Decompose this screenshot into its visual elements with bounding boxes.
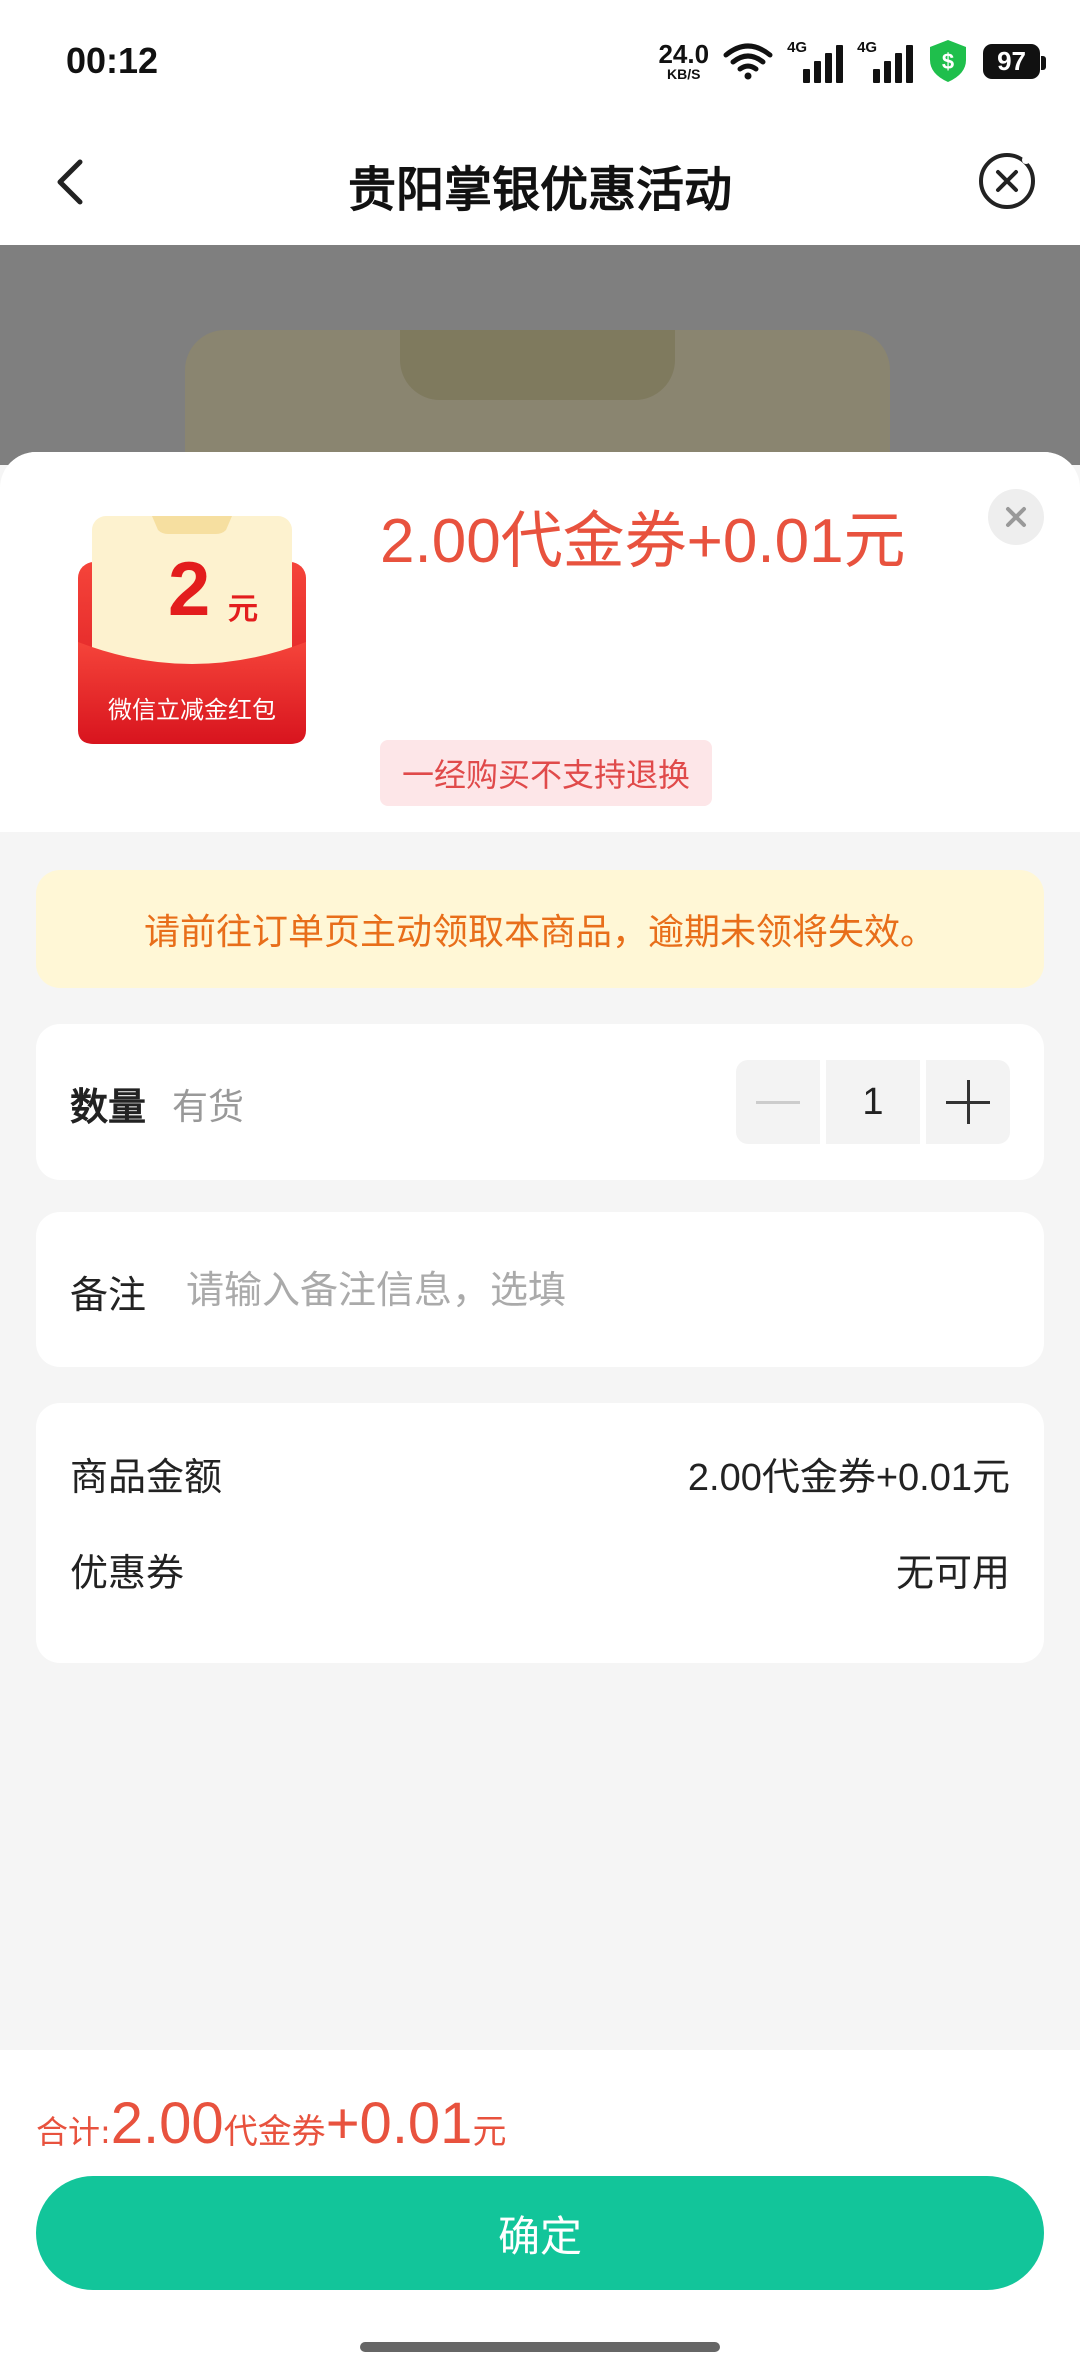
cell-signal-1-icon: 4G [787,39,844,83]
minus-icon [756,1101,800,1104]
quantity-stepper: 1 [736,1060,1010,1144]
battery-icon: 97 [983,43,1046,79]
goods-amount-value: 2.00代金券+0.01元 [687,1456,1010,1499]
close-icon [1006,507,1026,527]
remark-input[interactable] [184,1256,1008,1324]
goods-amount-row: 商品金额 2.00代金券+0.01元 [70,1443,1010,1503]
coupon-row[interactable]: 优惠券 无可用 [70,1539,1010,1599]
dimmed-card-tab [400,330,675,400]
quantity-label: 数量 [70,1085,147,1129]
increase-button[interactable] [926,1060,1010,1144]
network-speed: 24.0 KB/S [658,41,709,81]
status-bar: 00:12 24.0 KB/S 4G 4G $ 97 [0,0,1080,120]
svg-text:$: $ [942,49,954,74]
checkout-footer: 合计: 2.00 代金券 +0.01 元 确定 [0,2050,1080,2376]
cell-signal-2-icon: 4G [857,39,914,83]
no-refund-tag: 一经购买不支持退换 [380,740,713,806]
security-shield-icon: $ [930,40,967,82]
coupon-label: 优惠券 [70,1550,185,1595]
network-speed-value: 24.0 [658,39,710,69]
stock-status: 有货 [172,1087,245,1128]
total-unit: 代金券 [223,2112,326,2152]
decrease-button[interactable] [736,1060,820,1144]
goods-amount-label: 商品金额 [70,1454,223,1499]
nav-bar: 贵阳掌银优惠活动 [0,120,1080,245]
product-header: 2 元 微信立减金红包 2.00代金券+0.01元 一经购买不支持退换 [0,452,1080,832]
home-indicator[interactable] [360,2342,720,2352]
status-time: 00:12 [66,40,159,81]
total-label: 合计: [36,2113,111,2151]
summary-card: 商品金额 2.00代金券+0.01元 优惠券 无可用 [36,1403,1044,1663]
remark-label: 备注 [70,1273,147,1317]
confirm-button[interactable]: 确定 [36,2176,1044,2290]
thumb-amount: 2 [168,547,211,632]
thumb-caption: 微信立减金红包 [108,696,276,724]
red-envelope-thumbnail: 2 元 微信立减金红包 [72,508,312,748]
total-amount: 2.00 [110,2091,224,2156]
remark-card: 备注 [36,1212,1044,1367]
total-price: 合计: 2.00 代金券 +0.01 元 [36,2090,506,2157]
page-title: 贵阳掌银优惠活动 [347,162,732,218]
wifi-icon [723,43,773,80]
total-plus: +0.01 [325,2091,473,2156]
total-yuan: 元 [472,2112,507,2152]
claim-notice: 请前往订单页主动领取本商品，逾期未领将失效。 [36,870,1044,988]
sheet-close-button[interactable] [988,489,1044,545]
close-miniapp-icon[interactable] [974,148,1040,214]
coupon-value: 无可用 [895,1550,1010,1595]
quantity-value[interactable]: 1 [826,1060,920,1144]
quantity-card: 数量 有货 1 [36,1024,1044,1180]
product-price-title: 2.00代金券+0.01元 [380,507,906,576]
dimmed-background[interactable] [0,245,1080,465]
network-speed-unit: KB/S [667,66,701,82]
thumb-unit: 元 [228,592,258,627]
status-icons: 24.0 KB/S 4G 4G $ 97 [658,36,1046,86]
